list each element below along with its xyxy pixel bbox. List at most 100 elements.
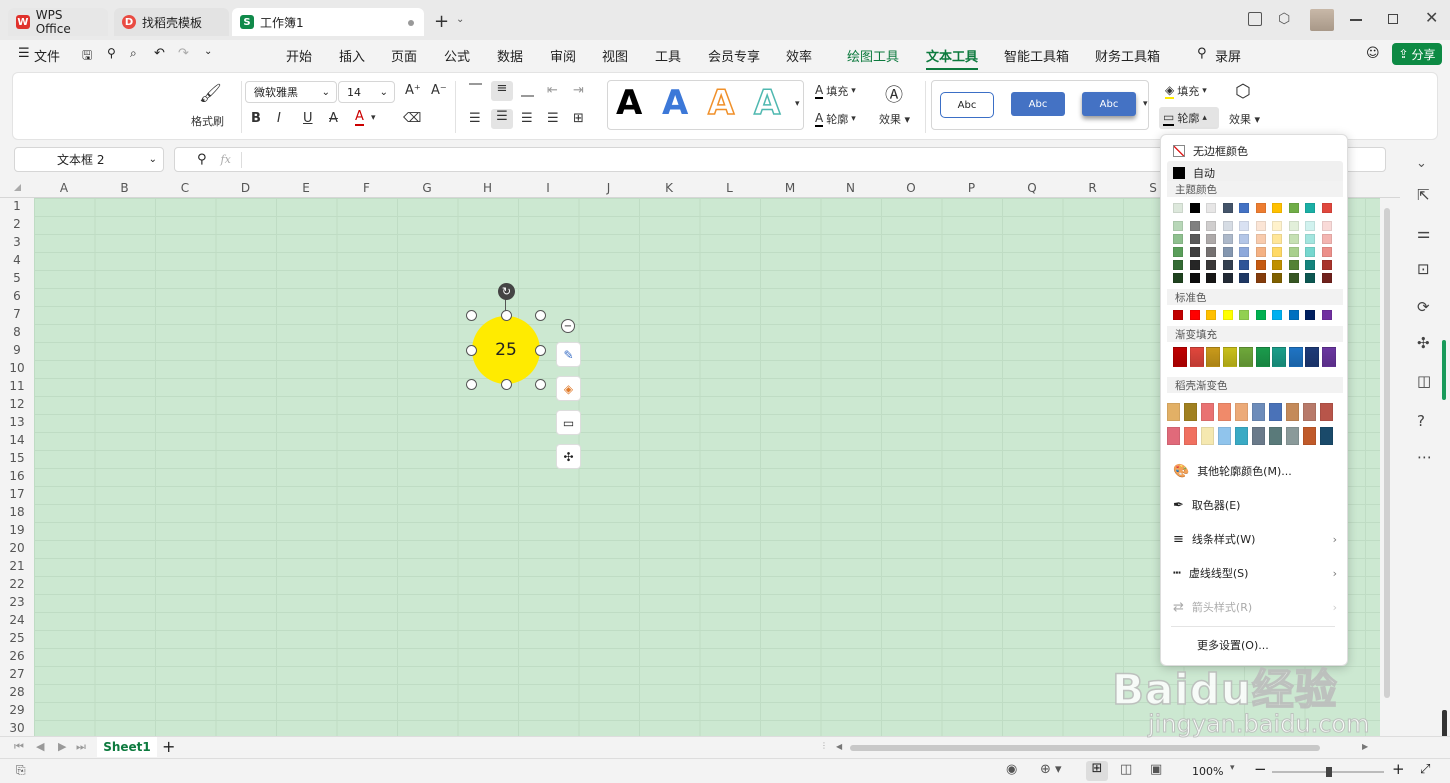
menu-text-tools[interactable]: 文本工具	[926, 46, 979, 70]
theme-color-swatch[interactable]	[1321, 247, 1332, 257]
quick-outline-icon[interactable]: ▭	[556, 410, 581, 435]
select-all-corner[interactable]	[14, 184, 21, 191]
wordart-teal-outline[interactable]: A	[753, 82, 781, 124]
theme-color-swatch[interactable]	[1239, 247, 1249, 257]
zoom-slider-thumb[interactable]	[1326, 767, 1332, 777]
shape-text[interactable]: 25	[495, 340, 517, 360]
row-header[interactable]: 24	[0, 613, 34, 627]
theme-color-swatch[interactable]	[1173, 273, 1183, 283]
format-painter-label[interactable]: 格式刷	[191, 113, 224, 129]
increase-indent-icon[interactable]: ⇥	[573, 83, 584, 98]
macro-icon[interactable]: ⎘	[16, 763, 26, 778]
redo-icon[interactable]: ↷	[178, 46, 189, 61]
refresh-doc-icon[interactable]: ⟳	[1417, 298, 1430, 316]
column-header[interactable]: G	[397, 181, 457, 195]
close-button[interactable]: ✕	[1425, 8, 1438, 27]
gradient-swatch[interactable]	[1189, 347, 1204, 367]
theme-color-swatch[interactable]	[1206, 273, 1216, 283]
standard-color-swatch[interactable]	[1189, 310, 1200, 320]
theme-color-swatch[interactable]	[1321, 260, 1332, 270]
quick-style-icon[interactable]: ✎	[556, 342, 581, 367]
row-header[interactable]: 28	[0, 685, 34, 699]
gradient-swatch[interactable]	[1206, 347, 1220, 367]
rotate-handle-icon[interactable]: ↻	[498, 283, 515, 300]
menu-formula[interactable]: 公式	[444, 46, 470, 65]
resize-handle[interactable]	[466, 310, 477, 321]
more-outline-colors-item[interactable]: 🎨 其他轮廓颜色(M)...	[1161, 459, 1349, 483]
theme-color-swatch[interactable]	[1173, 260, 1183, 270]
theme-color-swatch[interactable]	[1239, 234, 1249, 244]
strikethrough-icon[interactable]: A	[329, 111, 338, 126]
row-header[interactable]: 16	[0, 469, 34, 483]
chevron-down-icon[interactable]: ▾	[1230, 763, 1235, 773]
first-sheet-icon[interactable]: ⏮	[14, 740, 24, 754]
chevron-down-icon[interactable]: ⌄	[1416, 156, 1427, 171]
justify-icon[interactable]: ☰	[547, 111, 559, 126]
shape-effect-icon[interactable]: ⬡	[1235, 81, 1251, 102]
docer-gradient-swatch[interactable]	[1184, 427, 1197, 445]
standard-color-swatch[interactable]	[1239, 310, 1249, 320]
chat-icon[interactable]: ☺	[1366, 46, 1380, 61]
unsaved-dot-icon[interactable]	[408, 20, 414, 26]
docer-gradient-swatch[interactable]	[1218, 427, 1231, 445]
row-header[interactable]: 22	[0, 577, 34, 591]
row-header[interactable]: 12	[0, 397, 34, 411]
book-icon[interactable]: ◫	[1417, 372, 1431, 390]
column-header[interactable]: A	[34, 181, 94, 195]
zoom-in-button[interactable]: +	[1392, 760, 1405, 778]
theme-color-swatch[interactable]	[1305, 260, 1315, 270]
eyedropper-item[interactable]: ✒ 取色器(E)	[1161, 493, 1349, 517]
standard-color-swatch[interactable]	[1288, 310, 1299, 320]
gradient-swatch[interactable]	[1239, 347, 1253, 367]
zoom-level[interactable]: 100%	[1192, 765, 1223, 778]
theme-color-swatch[interactable]	[1321, 273, 1332, 283]
row-header[interactable]: 7	[0, 307, 34, 321]
theme-color-swatch[interactable]	[1255, 203, 1266, 213]
vertical-scrollbar[interactable]	[1384, 200, 1392, 730]
format-painter-icon[interactable]: 🖌	[199, 83, 222, 104]
menu-data[interactable]: 数据	[497, 46, 523, 65]
avatar[interactable]	[1310, 9, 1334, 31]
theme-color-swatch[interactable]	[1305, 203, 1315, 213]
gradient-swatch[interactable]	[1305, 347, 1319, 367]
theme-color-swatch[interactable]	[1222, 234, 1233, 244]
theme-color-swatch[interactable]	[1288, 203, 1299, 213]
distributed-icon[interactable]: ⊞	[573, 111, 584, 126]
menu-finance-toolbox[interactable]: 财务工具箱	[1095, 46, 1160, 65]
sidebar-toggle-icon[interactable]	[1248, 12, 1262, 26]
chevron-down-icon[interactable]: ▾	[795, 99, 800, 109]
standard-color-swatch[interactable]	[1255, 310, 1266, 320]
standard-color-swatch[interactable]	[1272, 310, 1282, 320]
row-header[interactable]: 8	[0, 325, 34, 339]
menu-efficiency[interactable]: 效率	[786, 46, 812, 65]
docer-gradient-swatch[interactable]	[1269, 403, 1282, 421]
docer-gradient-swatch[interactable]	[1303, 427, 1316, 445]
theme-color-swatch[interactable]	[1222, 221, 1233, 231]
gradient-swatch[interactable]	[1288, 347, 1303, 367]
row-header[interactable]: 13	[0, 415, 34, 429]
column-header[interactable]: F	[337, 181, 397, 195]
theme-color-swatch[interactable]	[1321, 234, 1332, 244]
column-header[interactable]: R	[1063, 181, 1123, 195]
theme-color-swatch[interactable]	[1239, 221, 1249, 231]
fullscreen-icon[interactable]: ⤢	[1420, 762, 1430, 777]
shape-style-filled[interactable]: Abc	[1011, 92, 1065, 116]
theme-color-swatch[interactable]	[1305, 247, 1315, 257]
sheet-tab-sheet1[interactable]: Sheet1	[97, 737, 157, 757]
theme-color-swatch[interactable]	[1173, 203, 1183, 213]
theme-color-swatch[interactable]	[1173, 221, 1183, 231]
theme-color-swatch[interactable]	[1255, 247, 1266, 257]
column-header[interactable]: M	[760, 181, 820, 195]
standard-color-swatch[interactable]	[1206, 310, 1216, 320]
docer-gradient-swatch[interactable]	[1201, 403, 1214, 421]
more-icon[interactable]: ⋯	[1417, 448, 1432, 466]
theme-color-swatch[interactable]	[1239, 273, 1249, 283]
theme-color-swatch[interactable]	[1206, 203, 1216, 213]
next-sheet-icon[interactable]: ▶	[58, 740, 66, 753]
hamburger-icon[interactable]: ☰	[18, 46, 30, 61]
row-header[interactable]: 17	[0, 487, 34, 501]
more-tabs-icon[interactable]: ⋮	[820, 741, 828, 750]
docer-gradient-swatch[interactable]	[1252, 403, 1265, 421]
text-outline-button[interactable]: A 轮廓 ▾	[815, 111, 856, 127]
prev-sheet-icon[interactable]: ◀	[36, 740, 44, 753]
